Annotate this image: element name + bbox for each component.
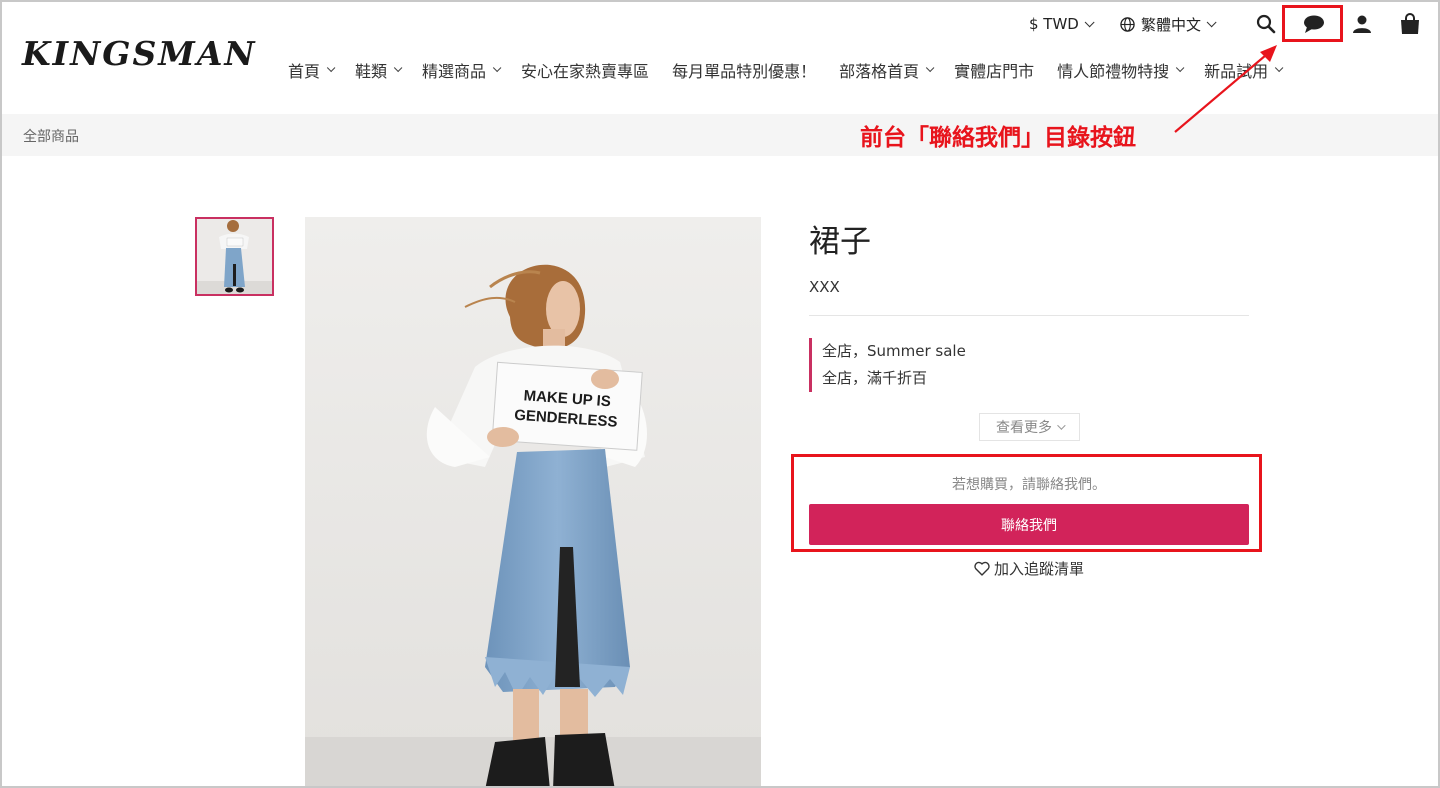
chevron-down-icon (1206, 16, 1217, 27)
divider (809, 315, 1249, 316)
user-icon (1353, 15, 1371, 33)
nav-item[interactable]: 部落格首頁 (839, 58, 935, 82)
nav-item-label: 精選商品 (422, 62, 487, 81)
wishlist-label: 加入追蹤清單 (993, 560, 1084, 578)
promotion-item[interactable]: 全店，Summer sale (822, 338, 1109, 365)
promotion-item[interactable]: 全店，滿千折百 (822, 365, 1109, 392)
search-icon (1256, 14, 1276, 34)
language-label: 繁體中文 (1141, 15, 1202, 34)
annotation-arrow (1174, 45, 1277, 133)
nav-item-label: 每月單品特別優惠！ (672, 62, 817, 81)
see-more-button[interactable]: 查看更多 (979, 413, 1080, 441)
breadcrumb[interactable]: 全部商品 (23, 126, 79, 146)
nav-item-label: 情人節禮物特搜 (1057, 62, 1170, 81)
nav-item-label: 實體店門市 (954, 62, 1035, 81)
main-nav: 首頁 鞋類 精選商品 安心在家熱賣專區 每月單品特別優惠！ 部落格首頁 實體店門市 情人節禮物… (288, 58, 1303, 82)
annotation-highlight-chat (1282, 5, 1343, 42)
chevron-down-icon (1084, 16, 1095, 27)
site-logo[interactable]: KINGSMAN (22, 34, 257, 73)
chevron-down-icon (492, 63, 502, 73)
language-selector[interactable]: 繁體中文 (1120, 12, 1217, 36)
nav-item[interactable]: 情人節禮物特搜 (1057, 58, 1185, 82)
currency-selector[interactable]: $ TWD (1029, 12, 1095, 36)
nav-item[interactable]: 鞋類 (355, 58, 403, 82)
chevron-down-icon (925, 63, 935, 73)
nav-item[interactable]: 每月單品特別優惠！ (672, 58, 816, 82)
product-main-image[interactable]: MAKE UP IS GENDERLESS (305, 217, 761, 786)
currency-label: $ TWD (1029, 15, 1079, 33)
account-button[interactable] (1348, 10, 1376, 38)
nav-item[interactable]: 安心在家熱賣專區 (521, 58, 649, 82)
promotion-list: 全店，Summer sale 全店，滿千折百 (809, 338, 1109, 392)
cart-button[interactable] (1396, 10, 1424, 38)
search-button[interactable] (1252, 10, 1280, 38)
product-title: 裙子 (809, 224, 871, 260)
annotation-highlight-contact (791, 454, 1262, 552)
globe-icon (1120, 16, 1135, 32)
nav-item[interactable]: 實體店門市 (954, 58, 1034, 82)
nav-item-label: 鞋類 (355, 62, 388, 81)
product-thumbnail[interactable] (195, 217, 274, 296)
nav-item[interactable]: 精選商品 (422, 58, 502, 82)
cart-icon (1401, 13, 1419, 34)
heart-icon (974, 561, 990, 576)
nav-item-label: 安心在家熱賣專區 (521, 62, 650, 81)
chevron-down-icon (393, 63, 403, 73)
see-more-label: 查看更多 (996, 420, 1052, 436)
add-to-wishlist-button[interactable]: 加入追蹤清單 (809, 558, 1249, 579)
annotation-label: 前台「聯絡我們」目錄按鈕 (860, 125, 1136, 151)
product-thumbnail-image (197, 219, 272, 294)
product-subtitle: XXX (809, 278, 840, 296)
nav-item-label: 首頁 (288, 62, 321, 81)
nav-item[interactable]: 首頁 (288, 58, 336, 82)
product-photo: MAKE UP IS GENDERLESS (305, 217, 761, 786)
page-frame: KINGSMAN $ TWD 繁體中文 首頁 鞋類 精選商品 安心在家熱賣專區 … (0, 0, 1440, 788)
chevron-down-icon (326, 63, 336, 73)
nav-item-label: 部落格首頁 (839, 62, 920, 81)
chevron-down-icon (1057, 421, 1066, 430)
